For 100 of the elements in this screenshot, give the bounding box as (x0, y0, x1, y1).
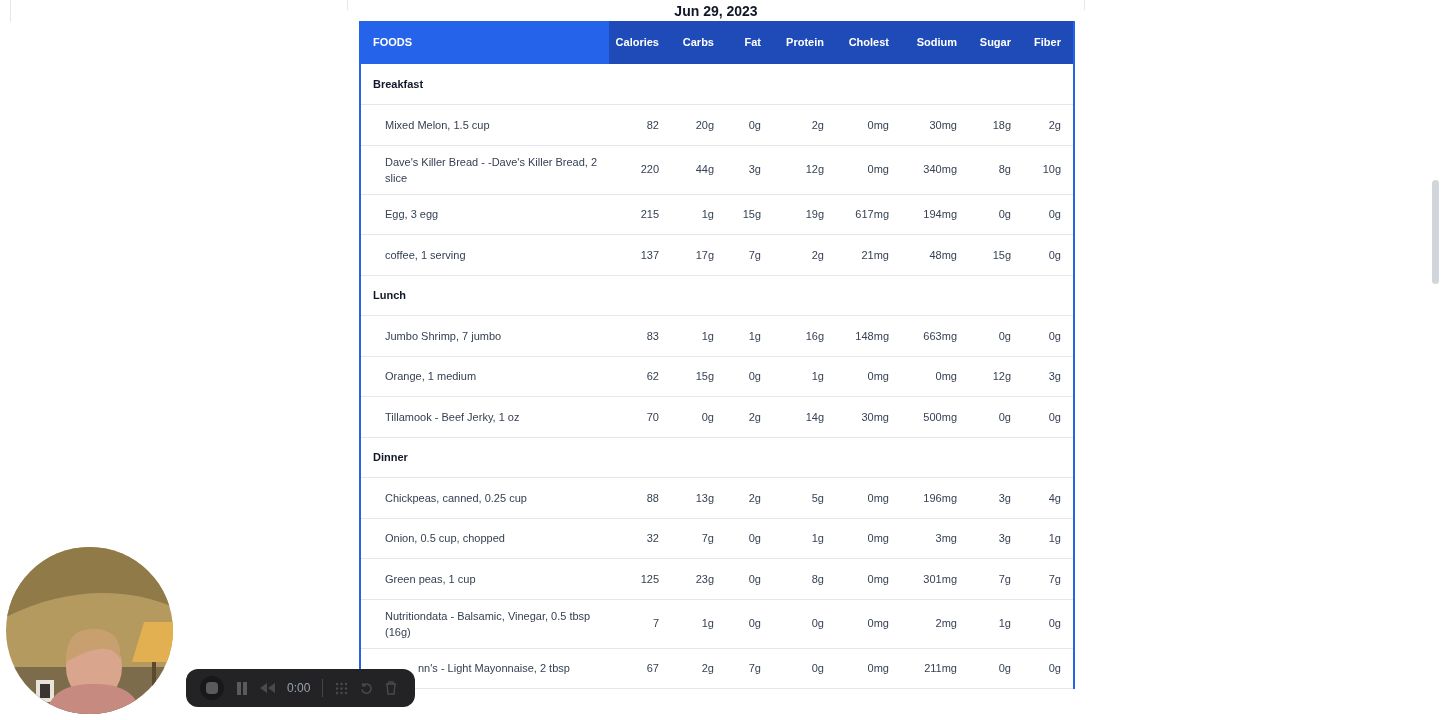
grid-icon[interactable] (335, 681, 349, 695)
table-cell: 0g (969, 315, 1023, 356)
table-cell: 7g (726, 648, 773, 689)
column-header: Sugar (969, 21, 1023, 64)
table-cell: 0g (726, 599, 773, 648)
table-cell: 62 (609, 356, 671, 397)
table-cell: 0mg (836, 104, 901, 145)
table-cell: 0mg (836, 518, 901, 559)
trash-icon[interactable] (385, 681, 398, 695)
table-cell: 8g (969, 145, 1023, 194)
table-cell: 12g (773, 145, 836, 194)
table-cell: 2g (726, 396, 773, 437)
table-cell: 301mg (901, 558, 969, 599)
column-header: Carbs (671, 21, 726, 64)
table-cell: 2g (671, 648, 726, 689)
table-cell: 0mg (836, 599, 901, 648)
table-cell: 3mg (901, 518, 969, 559)
table-cell: 148mg (836, 315, 901, 356)
food-name: Green peas, 1 cup (385, 572, 476, 585)
table-cell: 23g (671, 558, 726, 599)
table-cell: 3g (969, 477, 1023, 518)
date-heading: Jun 29, 2023 (674, 3, 758, 18)
table-cell: 0g (969, 648, 1023, 689)
table-cell: 88 (609, 477, 671, 518)
table-cell: 1g (969, 599, 1023, 648)
meal-heading: Dinner (360, 437, 1074, 478)
table-cell: 0g (1023, 648, 1074, 689)
table-cell: 1g (671, 599, 726, 648)
table-cell: 0g (726, 558, 773, 599)
table-cell: 0g (773, 648, 836, 689)
table-cell: 0mg (836, 648, 901, 689)
table-cell: 0mg (836, 558, 901, 599)
table-cell: 2g (1023, 104, 1074, 145)
food-name: Jumbo Shrimp, 7 jumbo (385, 329, 502, 342)
table-cell: 5g (773, 477, 836, 518)
table-cell: 7g (726, 234, 773, 275)
table-cell: 0mg (901, 356, 969, 397)
column-header: Cholest (836, 21, 901, 64)
table-cell: 1g (1023, 518, 1074, 559)
table-cell: 196mg (901, 477, 969, 518)
column-header: Fiber (1023, 21, 1074, 64)
table-cell: 15g (969, 234, 1023, 275)
table-cell: 220 (609, 145, 671, 194)
table-cell: 14g (773, 396, 836, 437)
table-cell: 137 (609, 234, 671, 275)
pause-icon[interactable] (236, 681, 248, 695)
table-cell: 1g (773, 356, 836, 397)
table-cell: 2mg (901, 599, 969, 648)
table-cell: 3g (969, 518, 1023, 559)
table-cell: 30mg (901, 104, 969, 145)
table-cell: 2g (773, 104, 836, 145)
column-header: Protein (773, 21, 836, 64)
table-cell: 48mg (901, 234, 969, 275)
table-cell: 7g (1023, 558, 1074, 599)
table-cell: 0g (726, 104, 773, 145)
table-cell: 0g (1023, 396, 1074, 437)
table-cell: 2g (726, 477, 773, 518)
column-header: FOODS (360, 21, 609, 64)
food-name: Tillamook - Beef Jerky, 1 oz (385, 410, 520, 423)
column-header: Calories (609, 21, 671, 64)
table-cell: 211mg (901, 648, 969, 689)
table-cell: 7 (609, 599, 671, 648)
restart-icon[interactable] (360, 681, 374, 695)
food-name: Nutritiondata - Balsamic, Vinegar, 0.5 tbsp (16g) (385, 609, 591, 638)
table-cell: 16g (773, 315, 836, 356)
table-cell: 3g (726, 145, 773, 194)
table-cell: 18g (969, 104, 1023, 145)
meal-heading: Breakfast (360, 64, 1074, 105)
table-cell: 0g (773, 599, 836, 648)
table-cell: 0g (1023, 599, 1074, 648)
table-cell: 15g (726, 194, 773, 235)
table-cell: 0g (726, 356, 773, 397)
table-cell: 194mg (901, 194, 969, 235)
table-cell: 4g (1023, 477, 1074, 518)
table-cell: 82 (609, 104, 671, 145)
food-name: coffee, 1 serving (385, 248, 466, 261)
table-cell: 0g (726, 518, 773, 559)
table-cell: 617mg (836, 194, 901, 235)
table-cell: 0g (1023, 194, 1074, 235)
food-name: Dave's Killer Bread - -Dave's Killer Bread, 2 slice (385, 155, 598, 184)
column-header: Sodium (901, 21, 969, 64)
table-cell: 8g (773, 558, 836, 599)
table-cell: 15g (671, 356, 726, 397)
table-cell: 12g (969, 356, 1023, 397)
table-cell: 0mg (836, 477, 901, 518)
column-header: Fat (726, 21, 773, 64)
table-cell: 0g (969, 194, 1023, 235)
table-cell: 19g (773, 194, 836, 235)
rewind-icon[interactable] (260, 683, 275, 693)
table-cell: 13g (671, 477, 726, 518)
stop-button[interactable] (200, 676, 224, 700)
table-cell: 70 (609, 396, 671, 437)
table-cell: 340mg (901, 145, 969, 194)
meal-heading: Lunch (360, 275, 1074, 316)
scrollbar[interactable] (1432, 180, 1439, 284)
table-cell: 663mg (901, 315, 969, 356)
table-cell: 7g (671, 518, 726, 559)
table-cell: 0mg (836, 145, 901, 194)
table-cell: 44g (671, 145, 726, 194)
table-cell: 0g (1023, 234, 1074, 275)
